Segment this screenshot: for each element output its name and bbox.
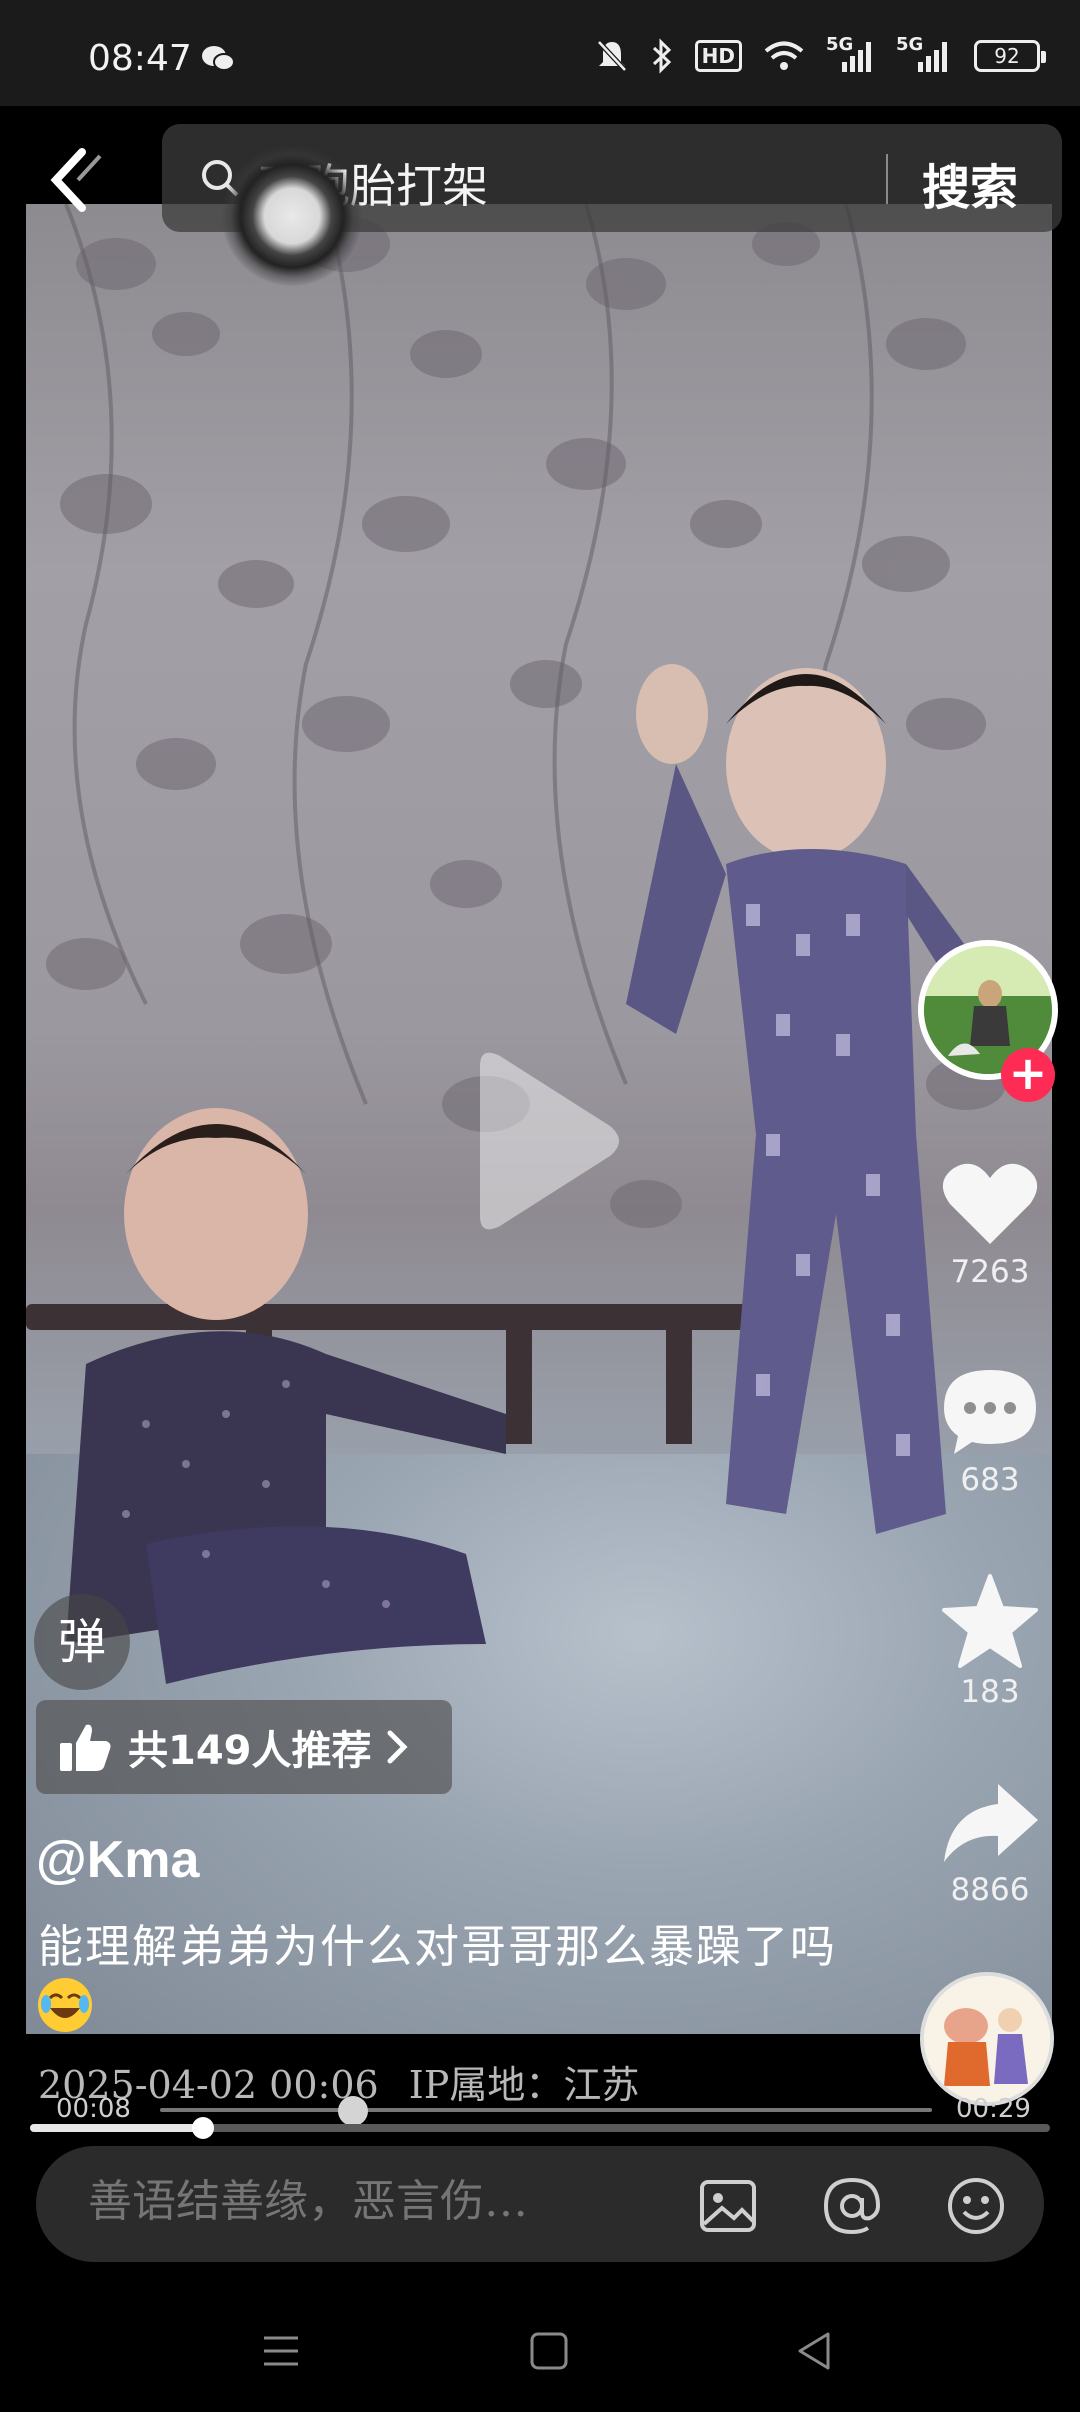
comment-bar[interactable] — [36, 2146, 1044, 2262]
comment-icon[interactable] — [940, 1364, 1040, 1456]
status-icons: HD 5G 5G 92 — [595, 34, 1046, 76]
search-divider — [886, 154, 888, 204]
ip-location: IP属地：江苏 — [408, 2063, 640, 2107]
nav-back-icon[interactable] — [790, 2326, 840, 2376]
recommend-text: 共149人推荐 — [128, 1728, 372, 1774]
wechat-icon — [202, 46, 235, 71]
like-count: 7263 — [950, 1254, 1030, 1290]
progress-fill — [30, 2124, 203, 2132]
music-disc[interactable] — [920, 1972, 1054, 2106]
danmaku-toggle[interactable]: 弹 — [34, 1594, 130, 1690]
share-action[interactable]: 8866 — [930, 1780, 1050, 1908]
total-time: 00:29 — [956, 2094, 1031, 2124]
system-nav-bar — [0, 2290, 1080, 2412]
like-action[interactable]: 7263 — [930, 1158, 1050, 1290]
thumbs-up-icon — [60, 1724, 111, 1771]
author-username[interactable]: @Kma — [36, 1830, 199, 1890]
battery-indicator: 92 — [974, 40, 1046, 72]
follow-button[interactable]: + — [1001, 1048, 1055, 1102]
video-caption: 能理解弟弟为什么对哥哥那么暴躁了吗 — [38, 1916, 838, 2040]
status-bar: 08:47 HD 5G 5G 92 — [0, 0, 1080, 106]
emoji-icon[interactable] — [944, 2174, 1008, 2238]
share-count: 8866 — [950, 1872, 1030, 1908]
like-icon[interactable] — [940, 1158, 1040, 1248]
recommend-pill[interactable]: 共149人推荐 — [36, 1700, 452, 1794]
status-time: 08:47 — [88, 38, 192, 79]
progress-thumb[interactable] — [192, 2117, 214, 2139]
share-icon[interactable] — [940, 1780, 1040, 1866]
music-cover-image — [924, 1976, 1050, 2102]
nav-menu-icon[interactable] — [256, 2326, 306, 2376]
wifi-icon — [764, 41, 804, 70]
mention-icon[interactable] — [820, 2174, 884, 2238]
chevron-right-icon — [387, 1730, 408, 1764]
search-button[interactable]: 搜索 — [922, 148, 1018, 218]
favorite-count: 183 — [960, 1674, 1020, 1710]
back-icon[interactable] — [42, 140, 112, 220]
caption-text: 能理解弟弟为什么对哥哥那么暴躁了吗 — [38, 1920, 838, 1973]
progress-bar[interactable] — [30, 2117, 1050, 2139]
signal-2: 5G — [896, 34, 952, 74]
bluetooth-icon — [652, 38, 671, 74]
play-icon[interactable] — [460, 1046, 620, 1236]
comment-input[interactable] — [88, 2176, 648, 2227]
comment-count: 683 — [960, 1462, 1020, 1498]
nav-home-icon[interactable] — [524, 2326, 574, 2376]
signal-1: 5G — [826, 34, 874, 74]
favorite-icon[interactable] — [940, 1572, 1040, 1668]
laughing-crying-emoji-icon — [38, 1978, 92, 2032]
seek-preview-track[interactable] — [160, 2108, 932, 2112]
mute-icon — [596, 40, 627, 72]
image-icon[interactable] — [696, 2174, 760, 2238]
favorite-action[interactable]: 183 — [930, 1572, 1050, 1710]
touch-indicator — [222, 146, 362, 286]
seek-preview-thumb[interactable] — [338, 2096, 368, 2126]
current-time: 00:08 — [56, 2094, 131, 2124]
hd-badge: HD — [694, 40, 742, 72]
comment-action[interactable]: 683 — [930, 1364, 1050, 1498]
